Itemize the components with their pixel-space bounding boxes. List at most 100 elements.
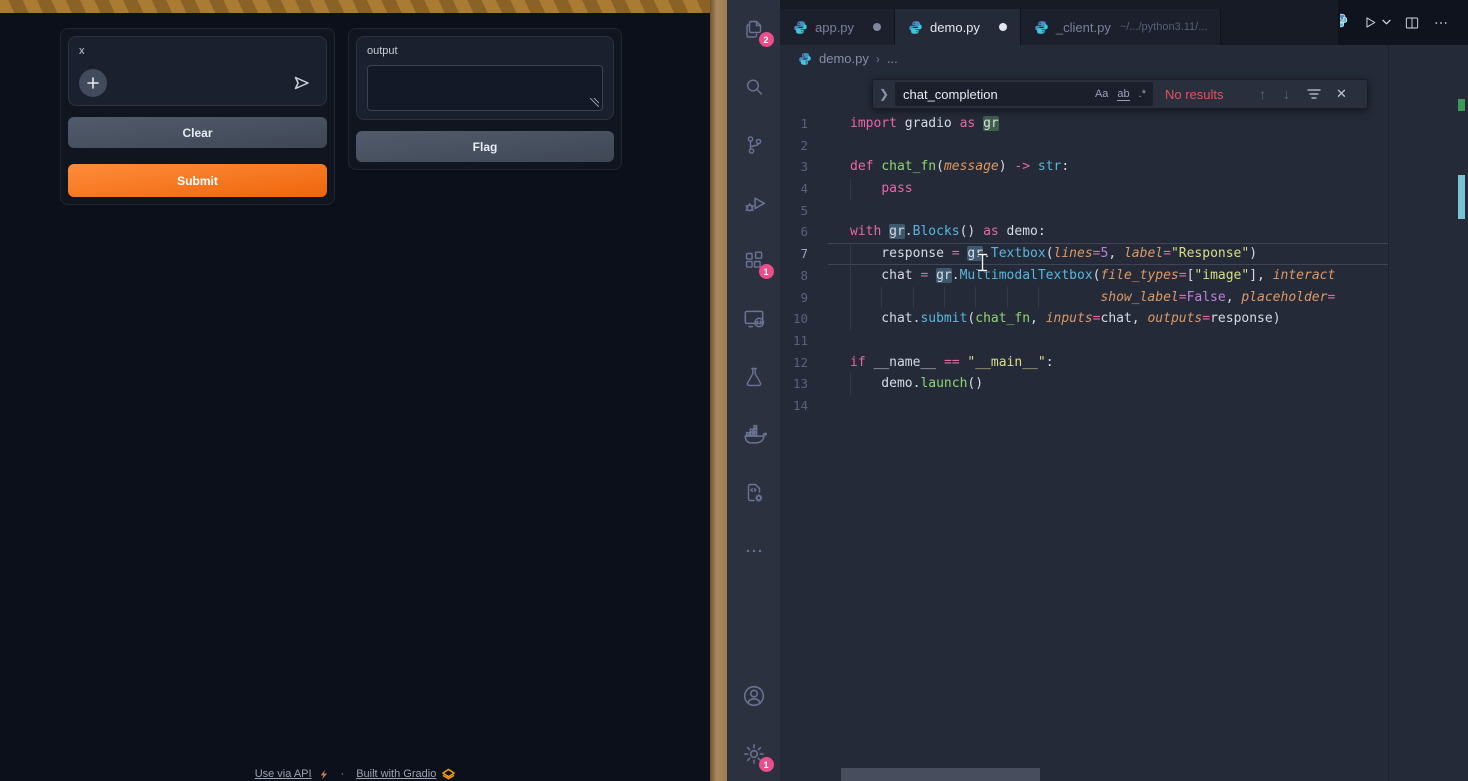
minimap[interactable] <box>1388 45 1456 781</box>
code-line[interactable]: 10 chat.submit(chat_fn, inputs=chat, out… <box>780 308 1388 330</box>
whole-word-icon[interactable]: ab <box>1117 88 1129 101</box>
line-number: 2 <box>780 135 828 157</box>
clear-button[interactable]: Clear <box>68 117 327 148</box>
tab-client-py[interactable]: _client.py ~/.../python3.11/... <box>1021 9 1221 45</box>
run-debug-icon[interactable] <box>740 190 768 216</box>
find-previous-icon[interactable]: ↑ <box>1259 86 1266 102</box>
more-actions-icon[interactable] <box>1433 15 1449 31</box>
overview-ruler <box>1456 45 1468 781</box>
flag-button[interactable]: Flag <box>356 131 614 162</box>
input-label: x <box>79 45 316 57</box>
remote-explorer-icon[interactable] <box>740 306 768 332</box>
line-number: 13 <box>780 373 828 395</box>
code-line[interactable]: 8 chat = gr.MultimodalTextbox(file_types… <box>780 265 1388 287</box>
find-input[interactable] <box>895 87 1095 102</box>
gradio-row: x Clear Submit output <box>0 13 710 205</box>
line-number: 14 <box>780 395 828 417</box>
breadcrumb[interactable]: demo.py › ... <box>780 45 1468 72</box>
extensions-badge: 1 <box>759 264 774 279</box>
tab-demo-py[interactable]: demo.py <box>895 9 1021 45</box>
accounts-icon[interactable] <box>740 683 768 709</box>
resize-handle-icon[interactable] <box>590 98 599 107</box>
tab-label: _client.py <box>1056 20 1111 35</box>
code-line[interactable]: 1import gradio as gr <box>780 113 1388 135</box>
line-number: 9 <box>780 287 828 309</box>
explorer-badge: 2 <box>759 32 774 47</box>
output-label: output <box>367 45 603 57</box>
attach-file-button[interactable] <box>79 69 107 97</box>
line-number: 4 <box>780 178 828 200</box>
use-via-api-link[interactable]: Use via API <box>255 768 312 780</box>
line-number: 8 <box>780 265 828 287</box>
code-line[interactable]: 11 <box>780 330 1388 352</box>
tab-app-py[interactable]: app.py <box>780 9 895 45</box>
close-find-icon[interactable]: ✕ <box>1336 86 1347 102</box>
line-number: 3 <box>780 156 828 178</box>
code-line[interactable]: 9 show_label=False, placeholder= <box>780 287 1388 309</box>
python-icon <box>908 20 923 35</box>
modified-dot-icon[interactable] <box>999 23 1007 31</box>
multimodal-textbox[interactable]: x <box>68 36 327 106</box>
output-block: output <box>356 36 614 120</box>
footer-separator: · <box>341 768 345 780</box>
horizontal-scrollbar[interactable] <box>841 768 1040 781</box>
ruler-modified-mark <box>1458 175 1465 219</box>
code-line[interactable]: 7 response = gr.Textbox(lines=5, label="… <box>780 243 1388 265</box>
code-line[interactable]: 14 <box>780 395 1388 417</box>
testing-icon[interactable] <box>740 364 768 390</box>
send-icon <box>293 75 310 91</box>
breadcrumb-more[interactable]: ... <box>887 51 898 66</box>
submit-button[interactable]: Submit <box>68 164 327 197</box>
code-line[interactable]: 4 pass <box>780 178 1388 200</box>
match-case-icon[interactable]: Aa <box>1095 88 1108 101</box>
line-number: 7 <box>780 243 828 265</box>
line-number: 1 <box>780 113 828 135</box>
screen: x Clear Submit output <box>0 0 1468 781</box>
gradio-footer: Use via API · Built with Gradio <box>0 768 710 780</box>
vscode-window: 2 1 <box>727 0 1468 781</box>
find-next-icon[interactable]: ↓ <box>1283 86 1290 102</box>
source-control-icon[interactable] <box>740 132 768 158</box>
runner-settings-icon[interactable] <box>740 480 768 506</box>
extensions-icon[interactable]: 1 <box>740 248 768 274</box>
settings-gear-icon[interactable]: 1 <box>740 741 768 767</box>
split-editor-icon[interactable] <box>1404 15 1420 31</box>
modified-dot-icon[interactable] <box>873 23 881 31</box>
code-editor[interactable]: 1import gradio as gr23def chat_fn(messag… <box>780 72 1388 767</box>
tab-bar: app.py demo.py _client.py ~/.../python3.… <box>780 0 1468 45</box>
output-form: output Flag <box>348 28 622 170</box>
search-icon[interactable] <box>740 74 768 100</box>
progress-stripe-bar <box>0 0 710 13</box>
docker-icon[interactable] <box>740 422 768 448</box>
run-python-file-button[interactable] <box>1362 14 1391 31</box>
code-line[interactable]: 3def chat_fn(message) -> str: <box>780 156 1388 178</box>
find-results-status: No results <box>1165 87 1257 102</box>
toggle-replace-icon[interactable]: ❯ <box>873 87 895 101</box>
window-divider <box>710 0 727 781</box>
code-line[interactable]: 13 demo.launch() <box>780 373 1388 395</box>
breadcrumb-file[interactable]: demo.py <box>819 51 869 66</box>
find-widget: ❯ Aa ab .* No results ↑ ↓ ✕ <box>872 79 1368 109</box>
line-number: 6 <box>780 221 828 243</box>
api-bolt-icon <box>318 769 329 780</box>
find-input-wrap: Aa ab .* <box>895 82 1153 106</box>
line-number: 10 <box>780 308 828 330</box>
more-icon[interactable] <box>740 538 768 564</box>
editor-actions <box>1338 0 1468 45</box>
ruler-selection-mark <box>1458 99 1465 111</box>
code-line[interactable]: 12if __name__ == "__main__": <box>780 352 1388 374</box>
send-button[interactable] <box>286 69 316 97</box>
python-icon <box>1340 13 1349 33</box>
find-in-selection-icon[interactable] <box>1307 88 1321 100</box>
built-with-gradio-link[interactable]: Built with Gradio <box>356 768 436 780</box>
gradio-logo-icon <box>442 768 455 780</box>
explorer-icon[interactable]: 2 <box>740 16 768 42</box>
regex-icon[interactable]: .* <box>1139 88 1146 101</box>
line-number: 12 <box>780 352 828 374</box>
plus-icon <box>87 77 99 89</box>
gradio-app: x Clear Submit output <box>0 0 710 781</box>
output-textarea[interactable] <box>367 65 603 111</box>
code-line[interactable]: 2 <box>780 135 1388 157</box>
code-line[interactable]: 5 <box>780 200 1388 222</box>
code-line[interactable]: 6with gr.Blocks() as demo: <box>780 221 1388 243</box>
